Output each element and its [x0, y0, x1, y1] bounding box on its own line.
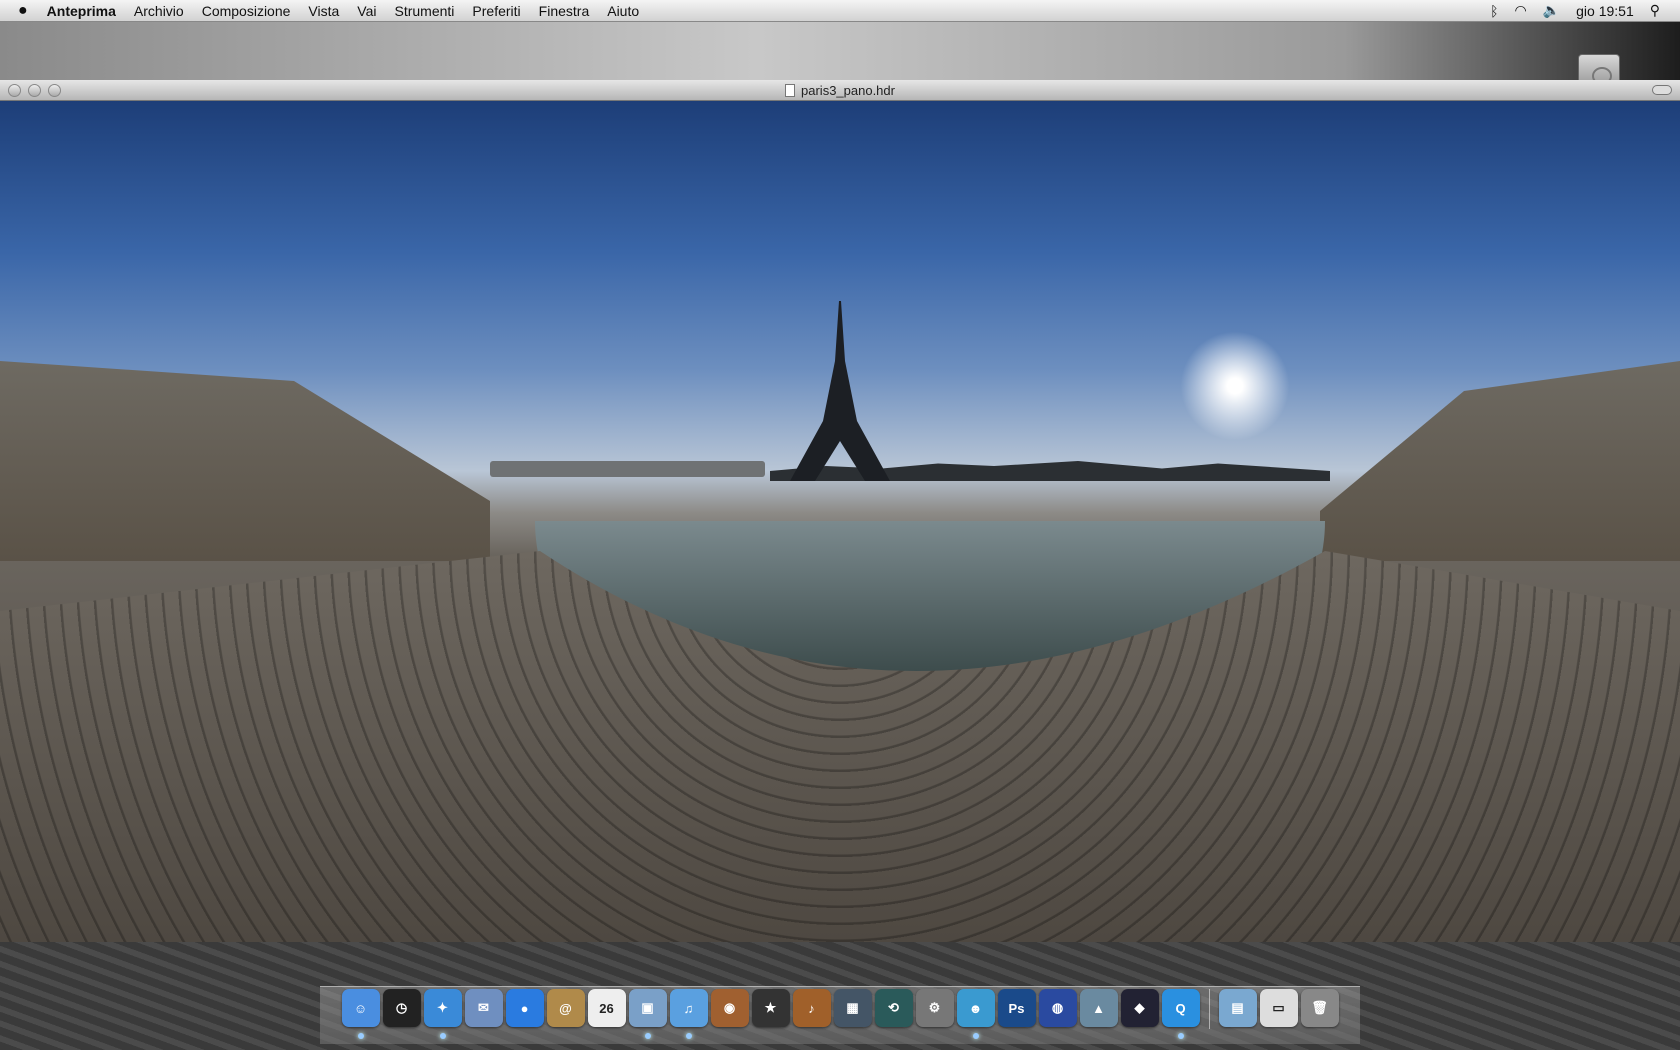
bridge — [490, 461, 765, 477]
spaces-icon: ▦ — [846, 1000, 859, 1015]
dock-item-quicktime-player[interactable]: Q — [1161, 989, 1200, 1039]
dock-item-messenger[interactable]: ☻ — [956, 989, 995, 1039]
dock-item-finder[interactable]: ☺ — [341, 989, 380, 1039]
preview-window: paris3_pano.hdr — [0, 80, 1680, 942]
sun — [1180, 331, 1290, 441]
menu-bar: ● Anteprima Archivio Composizione Vista … — [0, 0, 1680, 22]
menu-vai[interactable]: Vai — [348, 3, 385, 19]
dock-item-ichat[interactable]: ● — [505, 989, 544, 1027]
garageband-icon: ♪ — [808, 1000, 815, 1016]
dock-item-applicazioni[interactable]: ▤ — [1218, 989, 1257, 1027]
dock-item-cinema-4d[interactable]: ◍ — [1038, 989, 1077, 1027]
menu-archivio[interactable]: Archivio — [125, 3, 193, 19]
itunes-icon: ♫ — [683, 1000, 694, 1016]
ichat-icon: ● — [520, 1000, 529, 1016]
imovie-icon: ★ — [764, 1000, 777, 1015]
mail-icon: ✉ — [478, 1000, 489, 1015]
menu-composizione[interactable]: Composizione — [193, 3, 300, 19]
rubrica-indirizzi-icon: @ — [559, 1000, 572, 1016]
document-icon[interactable] — [785, 83, 796, 97]
dock-item-dashboard[interactable]: ◷ — [382, 989, 421, 1027]
menu-finestra[interactable]: Finestra — [530, 3, 599, 19]
safari-icon: ✦ — [437, 1000, 448, 1015]
menu-vista[interactable]: Vista — [299, 3, 348, 19]
dashboard-icon: ◷ — [395, 1000, 408, 1015]
dock-item-imovie[interactable]: ★ — [751, 989, 790, 1027]
photoshop-icon: Ps — [1008, 1000, 1025, 1016]
status-area: ᛒ ◠ 🔈 gio 19:51 ⚲ — [1490, 2, 1680, 19]
clock[interactable]: gio 19:51 — [1576, 3, 1634, 19]
dock-item-acquisizione-immagine[interactable]: ◉ — [710, 989, 749, 1027]
hdr-viewer-icon: ▲ — [1092, 1000, 1105, 1016]
dock-item-photoshop[interactable]: Ps — [997, 989, 1036, 1027]
cestino-icon: 🗑 — [1311, 1000, 1328, 1015]
window-title: paris3_pano.hdr — [801, 82, 895, 98]
dock-item-hdr-viewer[interactable]: ▲ — [1079, 989, 1118, 1027]
quicktime-player-icon: Q — [1175, 1000, 1186, 1016]
dock-separator — [1208, 989, 1210, 1029]
menu-strumenti[interactable]: Strumenti — [386, 3, 464, 19]
preferenze-di-sistema-icon: ⚙ — [928, 1000, 941, 1015]
panorama-image[interactable] — [0, 101, 1680, 942]
dock-item-mail[interactable]: ✉ — [464, 989, 503, 1027]
dock-item-rubrica-indirizzi[interactable]: @ — [546, 989, 585, 1027]
dock-item-iphoto[interactable]: ▣ — [628, 989, 667, 1039]
bluetooth-icon[interactable]: ᛒ — [1490, 3, 1498, 19]
right-quay-wall — [1320, 361, 1680, 561]
dock-item-garageband[interactable]: ♪ — [792, 989, 831, 1027]
dock-item-itunes[interactable]: ♫ — [669, 989, 708, 1039]
title-bar[interactable]: paris3_pano.hdr — [0, 80, 1680, 101]
cinema-4d-icon: ◍ — [1051, 1000, 1064, 1015]
dock-item-automator[interactable]: ◆ — [1120, 989, 1159, 1027]
spotlight-icon[interactable]: ⚲ — [1650, 2, 1660, 19]
dock-item-cestino[interactable]: 🗑 — [1300, 989, 1339, 1027]
dock-item-spaces[interactable]: ▦ — [833, 989, 872, 1027]
messenger-icon: ☻ — [968, 1000, 983, 1016]
iphoto-icon: ▣ — [641, 1000, 654, 1015]
dock-item-safari[interactable]: ✦ — [423, 989, 462, 1039]
finder-icon: ☺ — [353, 1000, 368, 1016]
toolbar-toggle-button[interactable] — [1652, 85, 1672, 95]
wifi-icon[interactable]: ◠ — [1514, 2, 1526, 19]
close-button[interactable] — [8, 84, 21, 97]
apple-menu-icon[interactable]: ● — [0, 2, 38, 20]
documenti-icon: ▭ — [1272, 1000, 1285, 1015]
dock-item-ical[interactable]: 26 — [587, 989, 626, 1027]
menu-aiuto[interactable]: Aiuto — [598, 3, 648, 19]
minimize-button[interactable] — [28, 84, 41, 97]
menu-app[interactable]: Anteprima — [38, 3, 125, 19]
applicazioni-icon: ▤ — [1231, 1000, 1244, 1015]
automator-icon: ◆ — [1134, 1000, 1145, 1015]
dock: ☺ ◷ ✦ ✉ ● @26 ▣ ♫ ◉ ★ ♪ ▦ ⟲ ⚙ ☻ Ps ◍ ▲ ◆ Q ▤ ▭ 🗑 — [320, 986, 1360, 1044]
zoom-button[interactable] — [48, 84, 61, 97]
volume-icon[interactable]: 🔈 — [1543, 2, 1560, 19]
left-quay-wall — [0, 361, 490, 561]
acquisizione-immagine-icon: ◉ — [723, 1000, 736, 1015]
dock-item-preferenze-di-sistema[interactable]: ⚙ — [915, 989, 954, 1027]
ical-icon: 26 — [599, 1000, 614, 1016]
dock-item-time-machine[interactable]: ⟲ — [874, 989, 913, 1027]
eiffel-tower — [790, 301, 890, 481]
menu-preferiti[interactable]: Preferiti — [463, 3, 529, 19]
dock-item-documenti[interactable]: ▭ — [1259, 989, 1298, 1027]
time-machine-icon: ⟲ — [888, 1000, 899, 1015]
